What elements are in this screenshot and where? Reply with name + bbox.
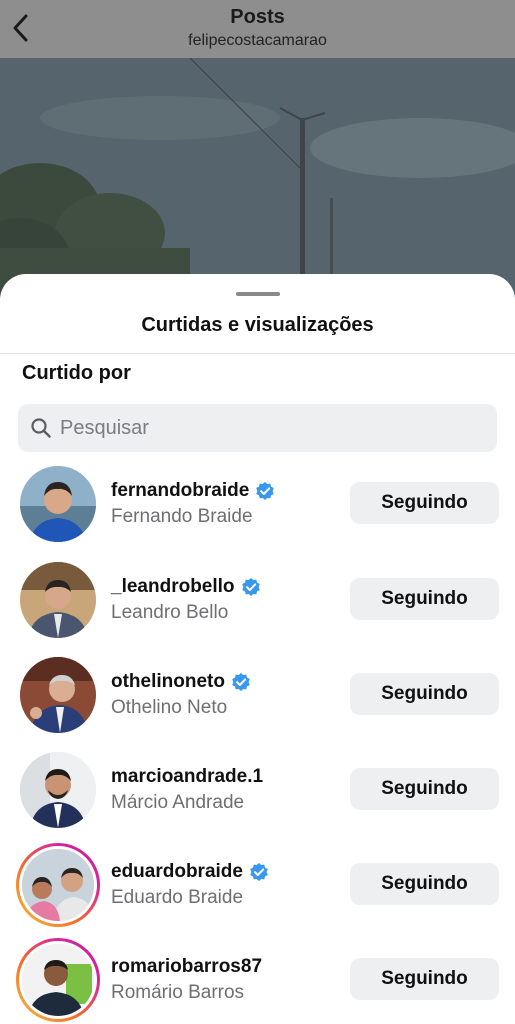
avatar-story-ring[interactable]	[16, 843, 100, 927]
sheet-title: Curtidas e visualizações	[141, 314, 374, 336]
full-name: Márcio Andrade	[111, 792, 245, 813]
following-button[interactable]: Seguindo	[350, 482, 499, 524]
search-input[interactable]	[60, 416, 460, 440]
avatar[interactable]	[20, 562, 96, 638]
username[interactable]: fernandobraide	[111, 480, 249, 502]
search-icon	[30, 417, 52, 439]
sheet-grabber[interactable]	[236, 292, 280, 296]
avatar	[19, 846, 97, 924]
full-name: Fernando Braide	[111, 506, 253, 527]
post-photo-background	[0, 58, 515, 298]
search-bar[interactable]	[18, 404, 497, 452]
following-button[interactable]: Seguindo	[350, 673, 499, 715]
verified-badge-icon	[255, 481, 275, 501]
username-line: marcioandrade.1	[111, 766, 263, 788]
avatar[interactable]	[20, 657, 96, 733]
username[interactable]: _leandrobello	[111, 576, 235, 598]
username-line: romariobarros87	[111, 956, 262, 978]
following-button[interactable]: Seguindo	[350, 578, 499, 620]
avatar[interactable]	[20, 466, 96, 542]
username-line: othelinoneto	[111, 671, 251, 693]
verified-badge-icon	[241, 577, 261, 597]
list-item[interactable]: fernandobraide Fernando Braide Seguindo	[0, 466, 515, 561]
top-header: Posts felipecostacamarao	[0, 0, 515, 58]
username[interactable]: romariobarros87	[111, 956, 262, 978]
username[interactable]: eduardobraide	[111, 861, 243, 883]
list-item[interactable]: eduardobraide Eduardo Braide Seguindo	[0, 843, 515, 942]
username[interactable]: othelinoneto	[111, 671, 225, 693]
section-title: Curtido por	[22, 362, 131, 384]
full-name: Eduardo Braide	[111, 887, 244, 908]
list-item[interactable]: _leandrobello Leandro Bello Seguindo	[0, 562, 515, 657]
list-item[interactable]: othelinoneto Othelino Neto Seguindo	[0, 657, 515, 752]
page-subtitle: felipecostacamarao	[188, 32, 327, 49]
username[interactable]: marcioandrade.1	[111, 766, 263, 788]
avatar[interactable]	[20, 752, 96, 828]
divider	[0, 353, 515, 354]
following-button[interactable]: Seguindo	[350, 863, 499, 905]
username-line: eduardobraide	[111, 861, 269, 883]
username-line: _leandrobello	[111, 576, 261, 598]
full-name: Leandro Bello	[111, 602, 229, 623]
following-button[interactable]: Seguindo	[350, 958, 499, 1000]
avatar	[19, 941, 97, 1019]
full-name: Othelino Neto	[111, 697, 228, 718]
verified-badge-icon	[249, 862, 269, 882]
list-item[interactable]: marcioandrade.1 Márcio Andrade Seguindo	[0, 752, 515, 847]
avatar-story-ring[interactable]	[16, 938, 100, 1022]
page-title: Posts	[230, 6, 285, 28]
username-line: fernandobraide	[111, 480, 275, 502]
likes-sheet: Curtidas e visualizações Curtido por fer…	[0, 274, 515, 1024]
full-name: Romário Barros	[111, 982, 245, 1003]
following-button[interactable]: Seguindo	[350, 768, 499, 810]
verified-badge-icon	[231, 672, 251, 692]
list-item[interactable]: romariobarros87 Romário Barros Seguindo	[0, 938, 515, 1024]
